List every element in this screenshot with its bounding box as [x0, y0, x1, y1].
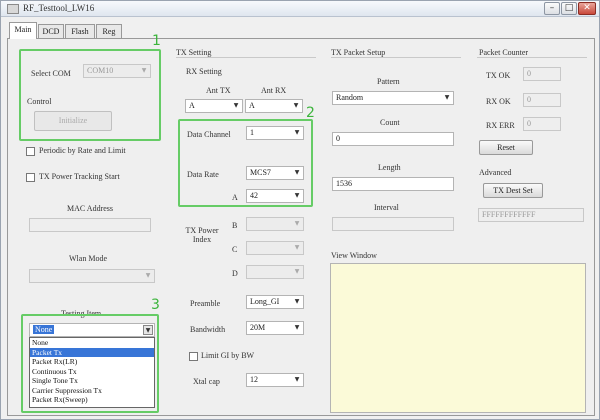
tx-setting-title: TX Setting — [176, 48, 212, 57]
chevron-down-icon: ▼ — [293, 102, 299, 109]
minimize-button[interactable]: – — [544, 2, 560, 15]
mac-address-label: MAC Address — [67, 204, 114, 213]
callout-2: 2 — [306, 105, 315, 121]
tx-power-index-label: TX Power Index — [185, 226, 219, 244]
ant-rx-label: Ant RX — [261, 86, 287, 95]
rx-setting-label: RX Setting — [186, 67, 222, 76]
tx-ok-label: TX OK — [486, 71, 511, 80]
length-field[interactable]: 1536 — [332, 177, 454, 191]
pattern-value: Random — [336, 93, 364, 102]
packet-counter-title: Packet Counter — [479, 48, 529, 57]
divider — [477, 57, 587, 58]
pattern-label: Pattern — [377, 77, 400, 86]
power-b-select[interactable]: ▼ — [246, 217, 304, 231]
preamble-label: Preamble — [190, 299, 221, 308]
mac-address-field[interactable] — [29, 218, 151, 232]
power-c-select[interactable]: ▼ — [246, 241, 304, 255]
length-label: Length — [378, 163, 401, 172]
data-channel-label: Data Channel — [187, 130, 231, 139]
preamble-select[interactable]: Long_GI ▼ — [246, 295, 304, 309]
chevron-down-icon: ▼ — [294, 192, 300, 199]
data-channel-value: 1 — [250, 128, 254, 137]
data-rate-value: MCS7 — [250, 168, 271, 177]
maximize-button[interactable]: □ — [561, 2, 577, 15]
rx-ok-label: RX OK — [486, 97, 511, 106]
tab-flash[interactable]: Flash — [65, 24, 95, 38]
power-a-label: A — [232, 193, 238, 202]
callout-3: 3 — [151, 297, 160, 313]
chevron-down-icon: ▼ — [294, 220, 300, 227]
interval-label: Interval — [374, 203, 399, 212]
chevron-down-icon: ▼ — [294, 376, 300, 383]
count-label: Count — [380, 118, 400, 127]
window-title: RF_Testtool_LW16 — [23, 3, 95, 13]
tx-power-tracking-label: TX Power Tracking Start — [39, 172, 120, 181]
xtal-cap-label: Xtal cap — [193, 377, 220, 386]
divider — [176, 57, 316, 58]
divider — [331, 57, 461, 58]
power-d-label: D — [232, 269, 238, 278]
view-window-label: View Window — [331, 251, 377, 260]
tx-power-tracking-checkbox[interactable] — [26, 173, 35, 182]
chevron-down-icon: ▼ — [294, 298, 300, 305]
xtal-cap-value: 12 — [250, 375, 258, 384]
chevron-down-icon: ▼ — [294, 129, 300, 136]
bandwidth-label: Bandwidth — [190, 325, 226, 334]
xtal-cap-select[interactable]: 12 ▼ — [246, 373, 304, 387]
tab-dcd[interactable]: DCD — [38, 24, 64, 38]
interval-field[interactable] — [332, 217, 454, 231]
preamble-value: Long_GI — [250, 297, 280, 306]
highlight-box-3 — [21, 314, 159, 413]
application-window: RF_Testtool_LW16 – □ ✕ Main DCD Flash Re… — [0, 0, 600, 420]
rx-err-field: 0 — [523, 117, 561, 131]
ant-tx-label: Ant TX — [206, 86, 231, 95]
data-rate-select[interactable]: MCS7 ▼ — [246, 166, 304, 180]
chevron-down-icon: ▼ — [145, 272, 151, 279]
ant-tx-select[interactable]: A ▼ — [185, 99, 243, 113]
power-b-label: B — [232, 221, 238, 230]
view-window[interactable] — [330, 263, 586, 413]
bandwidth-select[interactable]: 20M ▼ — [246, 321, 304, 335]
reset-button[interactable]: Reset — [479, 140, 533, 155]
chevron-down-icon: ▼ — [294, 244, 300, 251]
limit-gi-label: Limit GI by BW — [201, 351, 255, 360]
tx-dest-set-button[interactable]: TX Dest Set — [483, 183, 543, 198]
power-a-value: 42 — [250, 191, 258, 200]
rx-ok-field: 0 — [523, 93, 561, 107]
destination-address-field[interactable]: FFFFFFFFFFFF — [478, 208, 584, 222]
data-channel-select[interactable]: 1 ▼ — [246, 126, 304, 140]
chevron-down-icon: ▼ — [233, 102, 239, 109]
app-icon — [7, 4, 19, 14]
ant-rx-value: A — [249, 101, 255, 110]
rx-err-label: RX ERR — [486, 121, 515, 130]
wlan-mode-label: Wlan Mode — [69, 254, 107, 263]
count-field[interactable]: 0 — [332, 132, 454, 146]
pattern-select[interactable]: Random ▼ — [332, 91, 454, 105]
title-bar[interactable]: RF_Testtool_LW16 – □ ✕ — [1, 1, 599, 17]
limit-gi-checkbox[interactable] — [189, 352, 198, 361]
tab-main[interactable]: Main — [9, 22, 37, 39]
advanced-label: Advanced — [479, 168, 512, 177]
power-a-select[interactable]: 42 ▼ — [246, 189, 304, 203]
data-rate-label: Data Rate — [187, 170, 219, 179]
periodic-checkbox[interactable] — [26, 147, 35, 156]
ant-tx-value: A — [189, 101, 195, 110]
power-c-label: C — [232, 245, 238, 254]
power-d-select[interactable]: ▼ — [246, 265, 304, 279]
chevron-down-icon: ▼ — [294, 169, 300, 176]
highlight-box-1 — [19, 49, 161, 141]
callout-1: 1 — [152, 33, 161, 49]
close-button[interactable]: ✕ — [578, 2, 596, 15]
bandwidth-value: 20M — [250, 323, 266, 332]
periodic-label: Periodic by Rate and Limit — [39, 146, 126, 155]
ant-rx-select[interactable]: A ▼ — [245, 99, 303, 113]
tx-ok-field: 0 — [523, 67, 561, 81]
tx-packet-setup-title: TX Packet Setup — [331, 48, 386, 57]
chevron-down-icon: ▼ — [294, 324, 300, 331]
tab-reg[interactable]: Reg — [96, 24, 122, 38]
wlan-mode-select[interactable]: ▼ — [29, 269, 155, 283]
chevron-down-icon: ▼ — [294, 268, 300, 275]
chevron-down-icon: ▼ — [444, 94, 450, 101]
